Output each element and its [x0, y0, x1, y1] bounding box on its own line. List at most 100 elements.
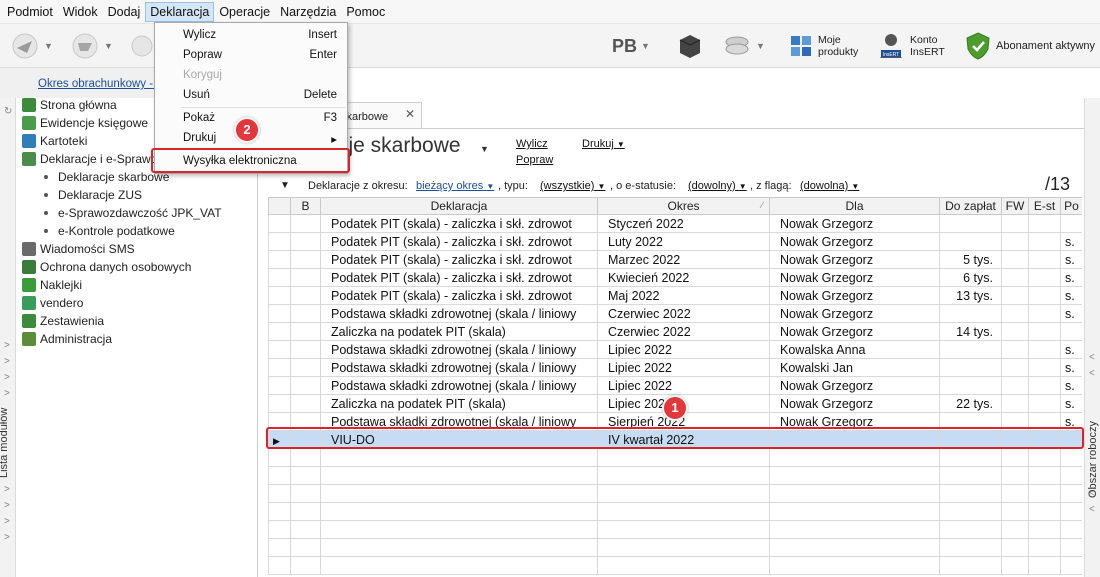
chevron-down-icon[interactable]: ▼	[480, 144, 489, 154]
chevron-right-icon: >	[4, 372, 10, 383]
menu-popraw[interactable]: Popraw Enter	[155, 45, 347, 65]
table-row[interactable]: Zaliczka na podatek PIT (skala) Czerwiec …	[268, 322, 1082, 341]
e-status-cell	[1028, 484, 1061, 503]
sidebar-item-home[interactable]: Strona główna	[22, 96, 117, 114]
bullet-icon	[44, 211, 48, 215]
menu-podmiot[interactable]: Podmiot	[2, 2, 58, 22]
deklaracja-cell: Podstawa składki zdrowotnej (skala / lin…	[320, 358, 598, 377]
menu-wylicz[interactable]: Wylicz Insert	[155, 25, 347, 45]
col-dla[interactable]: Dla	[769, 197, 940, 215]
col-po[interactable]: Po	[1060, 197, 1082, 215]
modules-strip[interactable]: ↻ > > > > > > > > Lista modułów	[0, 98, 16, 577]
col-fw[interactable]: FW	[1001, 197, 1029, 215]
col-deklaracja[interactable]: Deklaracja	[320, 197, 598, 215]
page-title[interactable]: cje skarbowe	[338, 134, 461, 158]
table-row[interactable]: Podatek PIT (skala) - zaliczka i skł. zd…	[268, 232, 1082, 251]
sidebar-item-declarations[interactable]: Deklaracje i e-Sprawo	[22, 150, 157, 168]
sidebar-item-data-protection[interactable]: Ochrona danych osobowych	[22, 258, 191, 276]
menu-widok[interactable]: Widok	[58, 2, 103, 22]
filter-flag[interactable]: (dowolna) ▼	[800, 180, 859, 192]
pb-button[interactable]: PB ▼	[612, 30, 650, 62]
row-marker-cell	[268, 520, 291, 539]
cloud-button[interactable]: ▼	[722, 30, 765, 62]
send-button[interactable]: ▼	[10, 30, 53, 62]
subscription-button[interactable]: Abonament aktywny	[964, 30, 1095, 62]
col-marker[interactable]	[268, 197, 291, 215]
fw-cell	[1001, 538, 1029, 557]
okres-cell: Lipiec 2022	[597, 376, 770, 395]
receive-button[interactable]: ▼	[70, 30, 113, 62]
admin-icon	[22, 332, 36, 346]
col-do-zaplaty[interactable]: Do zapłat	[939, 197, 1002, 215]
drukuj-link[interactable]: Drukuj ▼	[582, 138, 625, 150]
table-row[interactable]	[268, 502, 1082, 521]
wylicz-link[interactable]: Wylicz	[516, 138, 548, 150]
sidebar-subitem-jpk-vat[interactable]: e-Sprawozdawczość JPK_VAT	[44, 204, 222, 222]
menu-pomoc[interactable]: Pomoc	[341, 2, 390, 22]
b-cell	[290, 502, 321, 521]
table-row[interactable]	[268, 556, 1082, 575]
do-zaplaty-cell	[939, 448, 1002, 467]
archive-button[interactable]	[130, 30, 154, 62]
table-row[interactable]: Podstawa składki zdrowotnej (skala / lin…	[268, 340, 1082, 359]
table-row[interactable]	[268, 538, 1082, 557]
deklaracja-cell	[320, 538, 598, 557]
sidebar-item-admin[interactable]: Administracja	[22, 330, 112, 348]
account-label: Konto InsERT	[910, 34, 945, 58]
okres-cell: Lipiec 2022	[597, 340, 770, 359]
dla-cell: Kowalski Jan	[769, 358, 940, 377]
chevron-left-icon: <	[1089, 352, 1095, 363]
sidebar-subitem-zus[interactable]: Deklaracje ZUS	[44, 186, 142, 204]
workspace-strip[interactable]: < < < < Obszar roboczy	[1084, 98, 1100, 577]
table-row[interactable]: Podstawa składki zdrowotnej (skala / lin…	[268, 376, 1082, 395]
collapse-icon[interactable]: ▼	[280, 180, 290, 191]
sidebar-item-ledgers[interactable]: Ewidencje księgowe	[22, 114, 148, 132]
period-link[interactable]: Okres obrachunkowy - I	[38, 78, 159, 90]
insert-account-button[interactable]: InsERT Konto InsERT	[876, 30, 945, 62]
menu-deklaracja[interactable]: Deklaracja	[145, 1, 215, 22]
menu-dodaj[interactable]: Dodaj	[103, 2, 146, 22]
sidebar-subitem-e-kontrole[interactable]: e-Kontrole podatkowe	[44, 222, 175, 240]
sidebar-item-stickers[interactable]: Naklejki	[22, 276, 82, 294]
sidebar-subitem-label: e-Sprawozdawczość JPK_VAT	[58, 206, 222, 220]
expand-icon[interactable]: ↻	[4, 106, 12, 117]
box-button[interactable]	[676, 30, 704, 62]
dla-cell: Nowak Grzegorz	[769, 286, 940, 305]
fw-cell	[1001, 250, 1029, 269]
filter-status[interactable]: (dowolny) ▼	[688, 180, 747, 192]
table-row[interactable]: Podatek PIT (skala) - zaliczka i skł. zd…	[268, 250, 1082, 269]
row-marker-cell	[268, 214, 291, 233]
col-b[interactable]: B	[290, 197, 321, 215]
sidebar-subitem-label: Deklaracje ZUS	[58, 188, 143, 202]
table-row[interactable]: Podatek PIT (skala) - zaliczka i skł. zd…	[268, 268, 1082, 287]
table-row[interactable]: Podatek PIT (skala) - zaliczka i skł. zd…	[268, 214, 1082, 233]
e-status-cell	[1028, 448, 1061, 467]
table-row[interactable]: Podatek PIT (skala) - zaliczka i skł. zd…	[268, 286, 1082, 305]
e-status-cell	[1028, 250, 1061, 269]
table-row[interactable]: Podstawa składki zdrowotnej (skala / lin…	[268, 358, 1082, 377]
po-cell: s.	[1060, 304, 1082, 323]
my-products-button[interactable]: Moje produkty	[788, 30, 858, 62]
sidebar-item-cards[interactable]: Kartoteki	[22, 132, 87, 150]
sidebar-item-sms[interactable]: Wiadomości SMS	[22, 240, 135, 258]
popraw-link[interactable]: Popraw	[516, 154, 553, 166]
row-marker-cell	[268, 322, 291, 341]
col-e-status[interactable]: E-st	[1028, 197, 1061, 215]
table-row[interactable]	[268, 520, 1082, 539]
chevron-right-icon: >	[4, 340, 10, 351]
menu-usun[interactable]: Usuń Delete	[155, 85, 347, 105]
table-row[interactable]	[268, 448, 1082, 467]
filter-period[interactable]: bieżący okres ▼	[416, 180, 494, 192]
table-row[interactable]	[268, 484, 1082, 503]
close-icon[interactable]: ✕	[405, 107, 415, 121]
do-zaplaty-cell	[939, 466, 1002, 485]
sidebar-item-reports[interactable]: Zestawienia	[22, 312, 104, 330]
sidebar-item-vendero[interactable]: vendero	[22, 294, 83, 312]
menu-operacje[interactable]: Operacje	[214, 2, 275, 22]
filter-type[interactable]: (wszystkie) ▼	[540, 180, 605, 192]
do-zaplaty-cell: 5 tys.	[939, 250, 1002, 269]
menu-narzedzia[interactable]: Narzędzia	[275, 2, 341, 22]
table-row[interactable]: Podstawa składki zdrowotnej (skala / lin…	[268, 304, 1082, 323]
table-row[interactable]	[268, 466, 1082, 485]
col-okres[interactable]: Okres ∕	[597, 197, 770, 215]
